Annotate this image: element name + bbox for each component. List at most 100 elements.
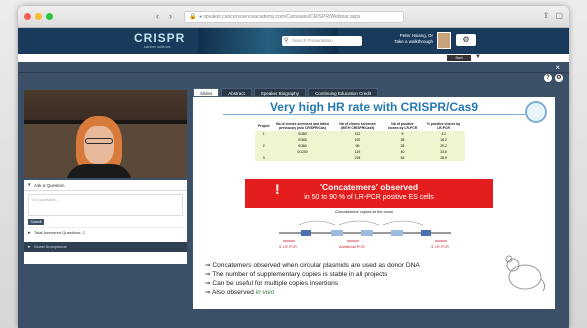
locus-box — [421, 230, 431, 236]
tab-slides[interactable]: Slides — [193, 88, 220, 97]
player-top-strip: × — [18, 62, 569, 73]
address-text: ● speaker.cancerscienceacademy.com/Canva… — [199, 14, 361, 20]
results-table: Project Nb of clones screened and failed… — [255, 121, 465, 161]
locus-box — [361, 230, 373, 236]
tab-continuing-education[interactable]: Continuing Education Credit — [308, 88, 379, 97]
table-header: Nb of positive clones by LR-PCR — [387, 122, 418, 130]
tabs-icon[interactable]: ▢ — [555, 11, 563, 20]
table-cell: 3 — [255, 155, 273, 161]
locus-box — [391, 230, 403, 236]
banner-subtitle: in 50 to 90 % of LR-PCR positive ES cell… — [304, 194, 434, 201]
mouse-tail — [540, 278, 546, 292]
filter-icon[interactable]: ▼ — [475, 54, 481, 60]
title-underline — [223, 114, 543, 115]
search-placeholder: Search Presentation — [292, 38, 333, 43]
mouse-body — [508, 264, 542, 290]
speaker-body — [66, 164, 132, 178]
question-input[interactable]: Your question... — [28, 194, 183, 216]
search-input[interactable]: ⚲ Search Presentation — [282, 36, 362, 46]
user-link[interactable]: Take a walkthrough — [385, 39, 433, 45]
speaker-video[interactable] — [24, 90, 187, 178]
table-cell: 218 — [332, 155, 383, 161]
table-header: Nb of clones screened and failed previou… — [276, 122, 329, 130]
table-header: Project — [258, 124, 270, 128]
guest-anonymous-toggle[interactable]: ▸ Guest Anonymous — [24, 242, 187, 252]
sub-toolbar: Sort ▼ — [18, 54, 569, 62]
table-header: Nb of clones screened (WITH CRISPR/Cas9) — [339, 122, 376, 130]
tab-abstract[interactable]: Abstract — [221, 88, 252, 97]
banner-title: 'Concatemers' observed — [319, 182, 419, 192]
answered-questions-label: Total Answered Questions: 2 — [34, 230, 85, 235]
sort-control[interactable]: Sort — [447, 55, 471, 61]
browser-actions: ⇪ ▢ — [543, 11, 563, 20]
site-header: CRISPR cancer science ⚲ Search Presentat… — [18, 28, 569, 54]
address-bar[interactable]: 🔒 ● speaker.cancerscienceacademy.com/Can… — [184, 11, 404, 23]
bullet-item: ⇒ Can be useful for multiple copies inse… — [205, 280, 339, 287]
close-window-icon[interactable] — [24, 13, 31, 20]
diagram-label: Additional PCR — [339, 245, 365, 249]
browser-chrome: ‹ › 🔒 ● speaker.cancerscienceacademy.com… — [18, 6, 569, 28]
bullet-emphasis: in vivo — [255, 289, 275, 296]
bullet-item: ⇒ Concatemers observed when circular pla… — [205, 262, 420, 269]
qa-heading-label: Ask a Question — [34, 183, 65, 188]
gear-icon: ⚙ — [462, 35, 470, 44]
minimize-window-icon[interactable] — [35, 13, 42, 20]
table-header-row: Project Nb of clones screened and failed… — [255, 121, 465, 131]
institute-logo — [525, 101, 547, 123]
expand-icon: ▾ — [28, 182, 31, 188]
share-icon[interactable]: ⇪ — [543, 11, 550, 20]
qa-heading[interactable]: ▾ Ask a Question — [24, 180, 187, 191]
copy-arc — [338, 220, 380, 226]
gear-button[interactable]: ⚙ — [456, 34, 476, 46]
diagram-label: 3' LR PCR — [431, 245, 449, 249]
bullet-item: ⇒ The number of supplementary copies is … — [205, 271, 388, 278]
diagram-title: Concatemers copies at the locus — [334, 209, 394, 214]
site-logo-subtitle: cancer science — [144, 44, 171, 49]
table-cell: 28.9 — [422, 155, 465, 161]
table-header: % positive clones by LR-PCR — [426, 122, 461, 130]
close-icon[interactable]: × — [555, 63, 560, 72]
guest-anonymous-label: Guest Anonymous — [34, 244, 67, 249]
window-controls — [24, 13, 53, 20]
speaker-glasses — [85, 138, 113, 144]
locus-box — [301, 230, 311, 236]
expand-icon: ▸ — [28, 244, 31, 250]
table-cell — [272, 155, 333, 161]
webinar-player: × ? ⚙ ▾ Ask a Question Your question... … — [18, 62, 569, 328]
lock-icon: 🔒 — [189, 14, 197, 20]
maximize-window-icon[interactable] — [46, 13, 53, 20]
submit-button[interactable]: Submit — [28, 219, 44, 225]
concatemer-diagram: Concatemers copies at the locus 5' LR PC… — [239, 209, 489, 259]
answered-questions-toggle[interactable]: ▸ Total Answered Questions: 2 — [24, 227, 187, 238]
content-tabs: Slides Abstract Speaker Biography Contin… — [193, 88, 379, 97]
locus-box — [331, 230, 343, 236]
forward-icon[interactable]: › — [165, 11, 176, 22]
avatar[interactable] — [437, 32, 451, 49]
bullet-text: ⇒ Also observed — [205, 289, 256, 296]
help-icon[interactable]: ? — [544, 74, 552, 82]
tab-speaker-biography[interactable]: Speaker Biography — [253, 88, 307, 97]
expand-icon: ▸ — [28, 230, 31, 236]
player-controls: ? ⚙ — [544, 74, 563, 82]
user-info[interactable]: Peter Hsiang, Dr Take a walkthrough — [385, 33, 433, 45]
search-icon: ⚲ — [284, 38, 289, 44]
site-logo[interactable]: CRISPR — [134, 31, 185, 45]
copy-arc — [382, 220, 424, 226]
settings-icon[interactable]: ⚙ — [555, 74, 563, 82]
back-icon[interactable]: ‹ — [152, 11, 163, 22]
concatemers-banner: ! 'Concatemers' observed in 50 to 90 % o… — [245, 179, 493, 208]
video-shelf — [24, 90, 187, 120]
slide-bullets: ⇒ Concatemers observed when circular pla… — [205, 261, 525, 297]
slide-title: Very high HR rate with CRISPR/Cas9 — [269, 100, 479, 114]
speaker-face — [84, 126, 114, 164]
bullet-item: ⇒ Also observed in vivo — [205, 288, 525, 297]
table-cell: 63 — [382, 155, 423, 161]
browser-window: ‹ › 🔒 ● speaker.cancerscienceacademy.com… — [18, 6, 569, 328]
player-bottom-strip — [18, 311, 569, 328]
diagram-label: 5' LR PCR — [279, 245, 297, 249]
question-placeholder: Your question... — [31, 197, 59, 202]
presentation-slide: Very high HR rate with CRISPR/Cas9 Proje… — [193, 97, 555, 309]
copy-arc — [298, 220, 336, 226]
table-row: 3 218 63 28.9 — [255, 155, 465, 161]
locus-diagram — [279, 220, 451, 242]
